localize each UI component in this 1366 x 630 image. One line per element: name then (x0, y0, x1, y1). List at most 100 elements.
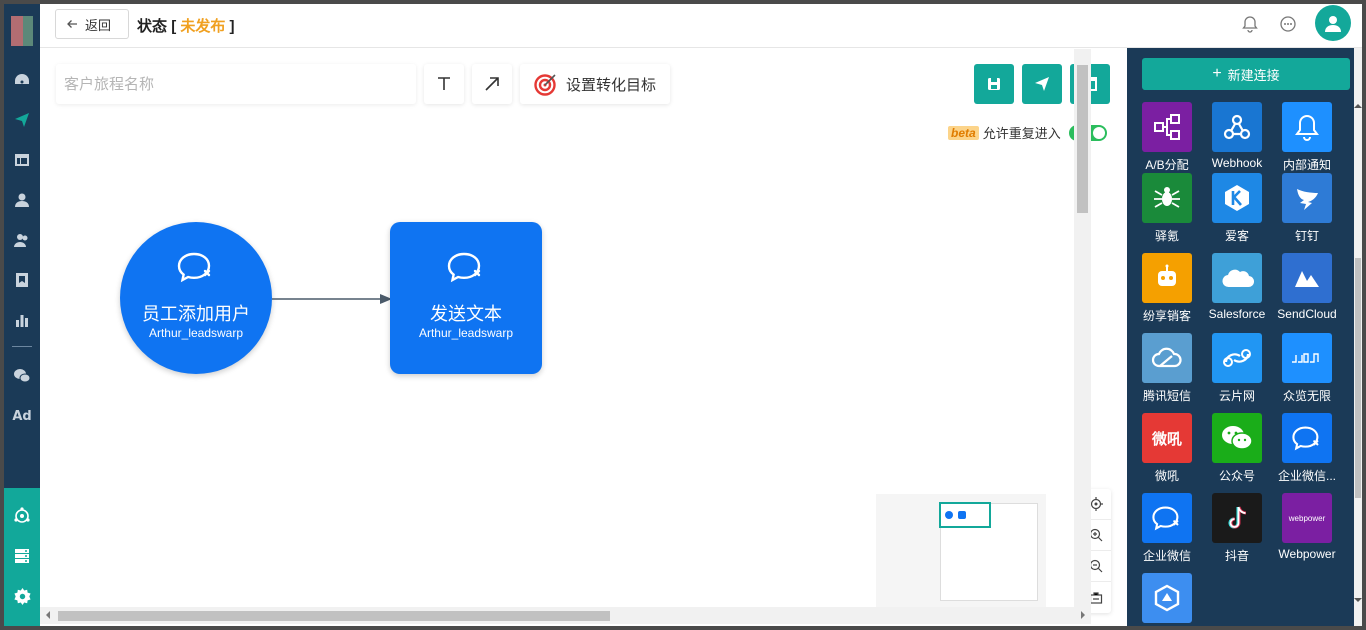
scroll-right-icon[interactable] (1079, 611, 1087, 619)
top-bar: 返回 状态 [ 未发布 ] (40, 4, 1362, 48)
hub-icon[interactable] (4, 504, 40, 528)
save-button[interactable] (974, 64, 1014, 104)
cube-icon (1142, 573, 1192, 623)
users-group-icon[interactable] (4, 228, 40, 252)
back-label: 返回 (85, 18, 112, 34)
journey-node-start[interactable]: 员工添加用户 Arthur_leadswarp (120, 222, 272, 374)
connector-ab-split[interactable]: A/B分配 (1132, 102, 1202, 173)
set-goal-button[interactable]: 设置转化目标 (520, 64, 670, 104)
connector-dingtalk[interactable]: 钉钉 (1272, 173, 1342, 244)
wechat-icon[interactable] (4, 364, 40, 388)
nav-divider (12, 346, 32, 347)
zhonglan-icon (1282, 333, 1332, 383)
target-icon (534, 74, 556, 96)
scroll-down-icon[interactable] (1354, 596, 1362, 604)
left-sidebar: Ad (4, 4, 40, 626)
canvas-vertical-scrollbar[interactable] (1074, 49, 1091, 609)
add-text-button[interactable] (424, 64, 464, 104)
webhook-icon (1212, 102, 1262, 152)
sendcloud-icon (1282, 253, 1332, 303)
connector-arrow (272, 294, 392, 304)
node-subtitle: Arthur_leadswarp (148, 326, 244, 340)
connector-fenxiang[interactable]: 纷享销客 (1132, 253, 1202, 324)
journey-send-icon[interactable] (4, 108, 40, 132)
minimap-node (958, 511, 966, 519)
app-logo (11, 16, 33, 46)
new-connection-button[interactable]: + 新建连接 (1142, 58, 1350, 90)
scroll-left-icon[interactable] (44, 611, 52, 619)
send-icon (1035, 77, 1049, 91)
status-value: 未发布 (180, 18, 226, 35)
bar-chart-icon[interactable] (4, 308, 40, 332)
layout-nav-icon[interactable] (4, 148, 40, 172)
chat-icon[interactable] (1278, 14, 1298, 34)
minimap-node (945, 511, 953, 519)
wecom-icon (1282, 413, 1332, 463)
user-avatar-icon (1325, 16, 1341, 32)
connector-more[interactable] (1132, 573, 1202, 623)
arrow-icon (485, 77, 499, 91)
connector-yike[interactable]: 驿氪 (1132, 173, 1202, 244)
bell-icon (1282, 102, 1332, 152)
settings-gear-icon[interactable] (4, 584, 40, 608)
connector-salesforce[interactable]: Salesforce (1202, 253, 1272, 321)
ab-split-icon (1142, 102, 1192, 152)
dashboard-icon[interactable] (4, 68, 40, 92)
server-icon[interactable] (4, 544, 40, 568)
connector-aike[interactable]: 爱客 (1202, 173, 1272, 244)
reentry-label: 允许重复进入 (982, 126, 1061, 141)
connector-webpower[interactable]: webpower Webpower (1272, 493, 1342, 561)
connector-sendcloud[interactable]: SendCloud (1272, 253, 1342, 321)
connector-weihou[interactable]: 微吼 微吼 (1132, 413, 1202, 484)
connector-internal-notify[interactable]: 内部通知 (1272, 102, 1342, 173)
minimap[interactable] (876, 494, 1046, 616)
node-subtitle: Arthur_leadswarp (418, 326, 514, 340)
text-icon (438, 77, 450, 90)
salesforce-cloud-icon (1212, 253, 1262, 303)
webpower-icon: webpower (1282, 493, 1332, 543)
dingtalk-icon (1282, 173, 1332, 223)
connector-wecom-customer[interactable]: 企业微信... (1272, 413, 1342, 484)
canvas-horizontal-scrollbar[interactable] (40, 607, 1091, 624)
connector-panel: + 新建连接 A/B分配 Webhook 内部通知 驿氪 爱客 钉钉 纷享销客 … (1127, 48, 1362, 626)
sidebar-bottom-panel (4, 488, 40, 626)
connector-panel-scrollbar[interactable] (1354, 48, 1362, 626)
connector-yunpian[interactable]: 云片网 (1202, 333, 1272, 404)
back-button[interactable]: 返回 (55, 9, 129, 39)
connector-tencent-sms[interactable]: 腾讯短信 (1132, 333, 1202, 404)
bookmark-icon[interactable] (4, 268, 40, 292)
set-goal-label: 设置转化目标 (565, 76, 656, 94)
wecom-icon (447, 252, 481, 283)
save-icon (988, 78, 1000, 90)
bell-icon[interactable] (1240, 14, 1260, 34)
node-title: 员工添加用户 (142, 304, 250, 324)
connector-wecom[interactable]: 企业微信 (1132, 493, 1202, 564)
avatar[interactable] (1315, 5, 1351, 41)
publish-button[interactable] (1022, 64, 1062, 104)
yunpian-icon (1212, 333, 1262, 383)
ad-nav-item[interactable]: Ad (4, 404, 40, 428)
plus-icon: + (1212, 65, 1222, 82)
wecom-icon (1142, 493, 1192, 543)
connector-webhook[interactable]: Webhook (1202, 102, 1272, 170)
connector-douyin[interactable]: 抖音 (1202, 493, 1272, 564)
add-arrow-button[interactable] (472, 64, 512, 104)
aike-icon (1212, 173, 1262, 223)
journey-node-send-text[interactable]: 发送文本 Arthur_leadswarp (390, 222, 542, 374)
wechat-icon (1212, 413, 1262, 463)
beta-badge: beta (948, 125, 979, 140)
scroll-up-icon[interactable] (1354, 102, 1362, 110)
connector-zhonglan[interactable]: 众览无限 (1272, 333, 1342, 404)
robot-icon (1142, 253, 1192, 303)
spider-icon (1142, 173, 1192, 223)
wecom-icon (177, 252, 211, 283)
arrow-left-icon (67, 20, 77, 28)
node-title: 发送文本 (430, 304, 502, 324)
journey-name-input[interactable] (56, 64, 416, 104)
connector-wechat-official[interactable]: 公众号 (1202, 413, 1272, 484)
status-label: 状态 (137, 18, 168, 35)
user-icon[interactable] (4, 188, 40, 212)
weihou-icon: 微吼 (1142, 413, 1192, 463)
journey-canvas[interactable]: 设置转化目标 beta 允许重复进入 ✓ 员工添加用户 Arthur_ (40, 49, 1111, 623)
tencent-cloud-icon (1142, 333, 1192, 383)
